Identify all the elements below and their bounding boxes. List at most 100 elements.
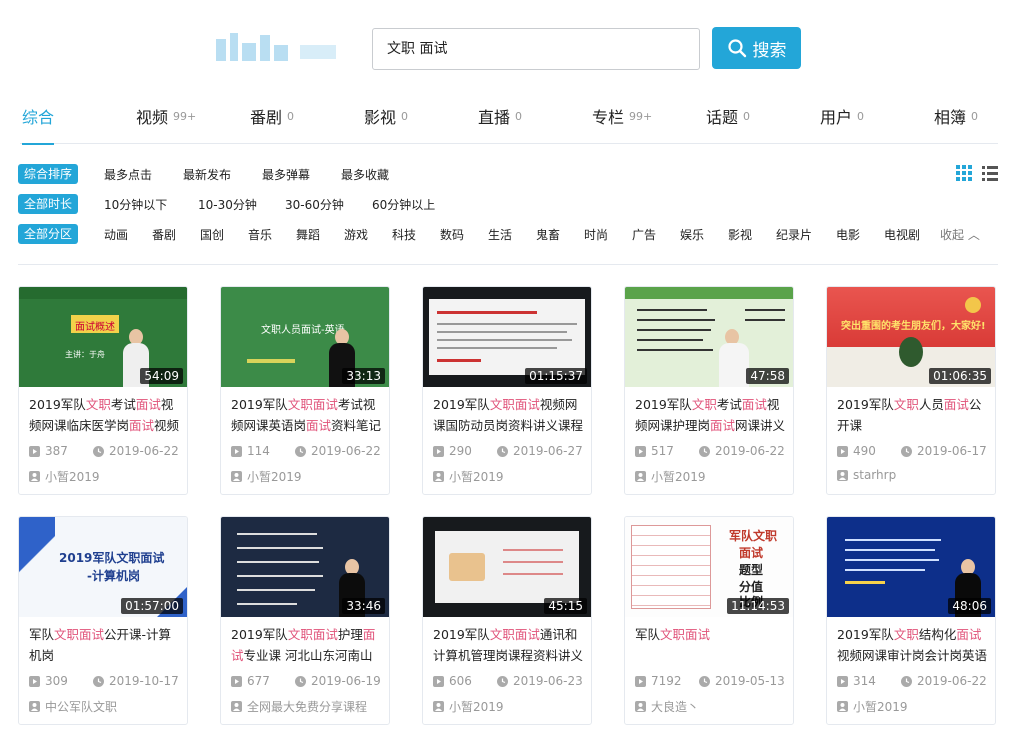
video-meta: 387 2019-06-22 xyxy=(29,444,187,460)
tab-live[interactable]: 直播 0 xyxy=(478,104,522,144)
tab-album[interactable]: 相簿 0 xyxy=(934,104,978,144)
zone-option[interactable]: 纪录片 xyxy=(776,226,812,243)
thumbnail-caption: 2019军队文职面试 xyxy=(59,551,165,565)
uploader[interactable]: 中公军队文职 xyxy=(29,698,117,715)
zone-option[interactable]: 国创 xyxy=(200,226,224,243)
sort-chip[interactable]: 综合排序 xyxy=(18,164,79,184)
title-text: 考试 xyxy=(716,397,742,412)
uploader[interactable]: 小暂2019 xyxy=(433,698,504,715)
video-card[interactable]: 45:15 2019军队文职面试通讯和计算机管理岗课程资料讲义笔 606 201… xyxy=(422,516,592,725)
video-thumbnail[interactable]: 47:58 xyxy=(625,287,793,387)
zone-option[interactable]: 舞蹈 xyxy=(296,226,320,243)
user-icon xyxy=(635,701,646,712)
title-highlight: 面试 xyxy=(741,397,767,412)
title-highlight: 面试 xyxy=(312,397,338,412)
duration-option[interactable]: 10分钟以下 xyxy=(104,196,167,213)
tab-count: 0 xyxy=(515,110,523,123)
zone-option[interactable]: 时尚 xyxy=(584,226,608,243)
video-card[interactable]: 文职人员面试-英语 33:13 2019军队文职面试考试视频网课英语岗面试资料笔… xyxy=(220,286,390,495)
tab-label: 番剧 xyxy=(250,108,283,127)
video-title[interactable]: 军队文职面试 xyxy=(635,624,787,668)
sort-option[interactable]: 最多点击 xyxy=(104,166,152,183)
video-thumbnail[interactable]: 2019军队文职面试 -计算机岗 01:57:00 xyxy=(19,517,187,617)
tab-article[interactable]: 专栏 99+ xyxy=(592,104,652,144)
zone-option[interactable]: 电视剧 xyxy=(884,226,920,243)
zone-option[interactable]: 数码 xyxy=(440,226,464,243)
zone-option[interactable]: 生活 xyxy=(488,226,512,243)
collapse-toggle[interactable]: 收起 ︿ xyxy=(940,226,980,243)
video-card[interactable]: 47:58 2019军队文职考试面试视频网课护理岗面试网课讲义笔 517 201… xyxy=(624,286,794,495)
duration-chip[interactable]: 全部时长 xyxy=(18,194,79,214)
video-thumbnail[interactable]: 文职人员面试-英语 33:13 xyxy=(221,287,389,387)
duration-option[interactable]: 30-60分钟 xyxy=(285,196,344,213)
uploader[interactable]: 大良造丶 xyxy=(635,698,699,715)
video-thumbnail[interactable]: 01:15:37 xyxy=(423,287,591,387)
zone-option[interactable]: 动画 xyxy=(104,226,128,243)
video-card[interactable]: 突出重围的考生朋友们，大家好! 01:06:35 2019军队文职人员面试公开课… xyxy=(826,286,996,495)
zone-option[interactable]: 影视 xyxy=(728,226,752,243)
video-card[interactable]: 面试概述 主讲：于舟 54:09 2019军队文职考试面试视频网课临床医学岗面试… xyxy=(18,286,188,495)
video-card[interactable]: 33:46 2019军队文职面试护理面试专业课 河北山东河南山西陕 677 20… xyxy=(220,516,390,725)
video-thumbnail[interactable]: 33:46 xyxy=(221,517,389,617)
zone-option[interactable]: 娱乐 xyxy=(680,226,704,243)
zone-option[interactable]: 科技 xyxy=(392,226,416,243)
list-view-icon[interactable] xyxy=(982,165,998,181)
tab-film[interactable]: 影视 0 xyxy=(364,104,408,144)
play-count: 314 xyxy=(853,674,876,688)
tab-user[interactable]: 用户 0 xyxy=(820,104,864,144)
uploader[interactable]: 小暂2019 xyxy=(29,468,100,485)
video-title[interactable]: 2019军队文职人员面试公开课 xyxy=(837,394,989,438)
tab-all[interactable]: 综合 xyxy=(22,104,55,145)
uploader[interactable]: 小暂2019 xyxy=(231,468,302,485)
zone-option[interactable]: 番剧 xyxy=(152,226,176,243)
uploader[interactable]: 小暂2019 xyxy=(837,698,908,715)
zone-option[interactable]: 游戏 xyxy=(344,226,368,243)
video-title[interactable]: 2019军队文职考试面试视频网课护理岗面试网课讲义笔 xyxy=(635,394,787,438)
video-duration: 48:06 xyxy=(948,598,991,614)
video-title[interactable]: 2019军队文职面试视频网课国防动员岗资料讲义课程讲 xyxy=(433,394,585,438)
sort-option[interactable]: 最多收藏 xyxy=(341,166,389,183)
play-count: 517 xyxy=(651,444,674,458)
video-thumbnail[interactable]: 45:15 xyxy=(423,517,591,617)
video-thumbnail[interactable]: 突出重围的考生朋友们，大家好! 01:06:35 xyxy=(827,287,995,387)
uploader[interactable]: 小暂2019 xyxy=(635,468,706,485)
video-card[interactable]: 48:06 2019军队文职结构化面试视频网课审计岗会计岗英语岗 314 201… xyxy=(826,516,996,725)
uploader[interactable]: 小暂2019 xyxy=(433,468,504,485)
sort-option[interactable]: 最多弹幕 xyxy=(262,166,310,183)
sort-option[interactable]: 最新发布 xyxy=(183,166,231,183)
video-card[interactable]: 01:15:37 2019军队文职面试视频网课国防动员岗资料讲义课程讲 290 … xyxy=(422,286,592,495)
zone-chip[interactable]: 全部分区 xyxy=(18,224,79,244)
duration-option[interactable]: 10-30分钟 xyxy=(198,196,257,213)
video-thumbnail[interactable]: 面试概述 主讲：于舟 54:09 xyxy=(19,287,187,387)
zone-option[interactable]: 鬼畜 xyxy=(536,226,560,243)
duration-option[interactable]: 60分钟以上 xyxy=(372,196,435,213)
video-title[interactable]: 2019军队文职面试通讯和计算机管理岗课程资料讲义笔 xyxy=(433,624,585,668)
video-thumbnail[interactable]: 军队文职 面试 题型 分值 比例 11:14:53 xyxy=(625,517,793,617)
tab-count: 0 xyxy=(401,110,409,123)
site-logo[interactable] xyxy=(216,33,342,65)
video-title[interactable]: 2019军队文职面试考试视频网课英语岗面试资料笔记讲 xyxy=(231,394,383,438)
video-title[interactable]: 2019军队文职结构化面试视频网课审计岗会计岗英语岗 xyxy=(837,624,989,668)
tab-topic[interactable]: 话题 0 xyxy=(706,104,750,144)
title-highlight: 面试 xyxy=(514,627,540,642)
grid-view-icon[interactable] xyxy=(956,165,972,181)
video-title[interactable]: 2019军队文职面试护理面试专业课 河北山东河南山西陕 xyxy=(231,624,383,668)
tab-bangumi[interactable]: 番剧 0 xyxy=(250,104,294,144)
video-card[interactable]: 2019军队文职面试 -计算机岗 01:57:00 军队文职面试公开课-计算机岗… xyxy=(18,516,188,725)
search-input[interactable]: 文职 面试 xyxy=(372,28,700,70)
title-text: 2019军队 xyxy=(837,627,894,642)
zone-option[interactable]: 音乐 xyxy=(248,226,272,243)
zone-option[interactable]: 广告 xyxy=(632,226,656,243)
search-button[interactable]: 搜索 xyxy=(712,27,801,69)
uploader[interactable]: starhrp xyxy=(837,468,896,482)
video-card[interactable]: 军队文职 面试 题型 分值 比例 11:14:53 军队文职面试 7192 20… xyxy=(624,516,794,725)
video-thumbnail[interactable]: 48:06 xyxy=(827,517,995,617)
tab-video[interactable]: 视频 99+ xyxy=(136,104,196,144)
video-title[interactable]: 军队文职面试公开课-计算机岗 xyxy=(29,624,181,668)
thumbnail-caption: 主讲：于舟 xyxy=(65,350,105,359)
title-highlight: 文职 xyxy=(287,627,313,642)
uploader[interactable]: 全网最大免费分享课程 xyxy=(231,698,367,715)
title-highlight: 面试 xyxy=(312,627,338,642)
zone-option[interactable]: 电影 xyxy=(836,226,860,243)
video-title[interactable]: 2019军队文职考试面试视频网课临床医学岗面试视频讲 xyxy=(29,394,181,438)
